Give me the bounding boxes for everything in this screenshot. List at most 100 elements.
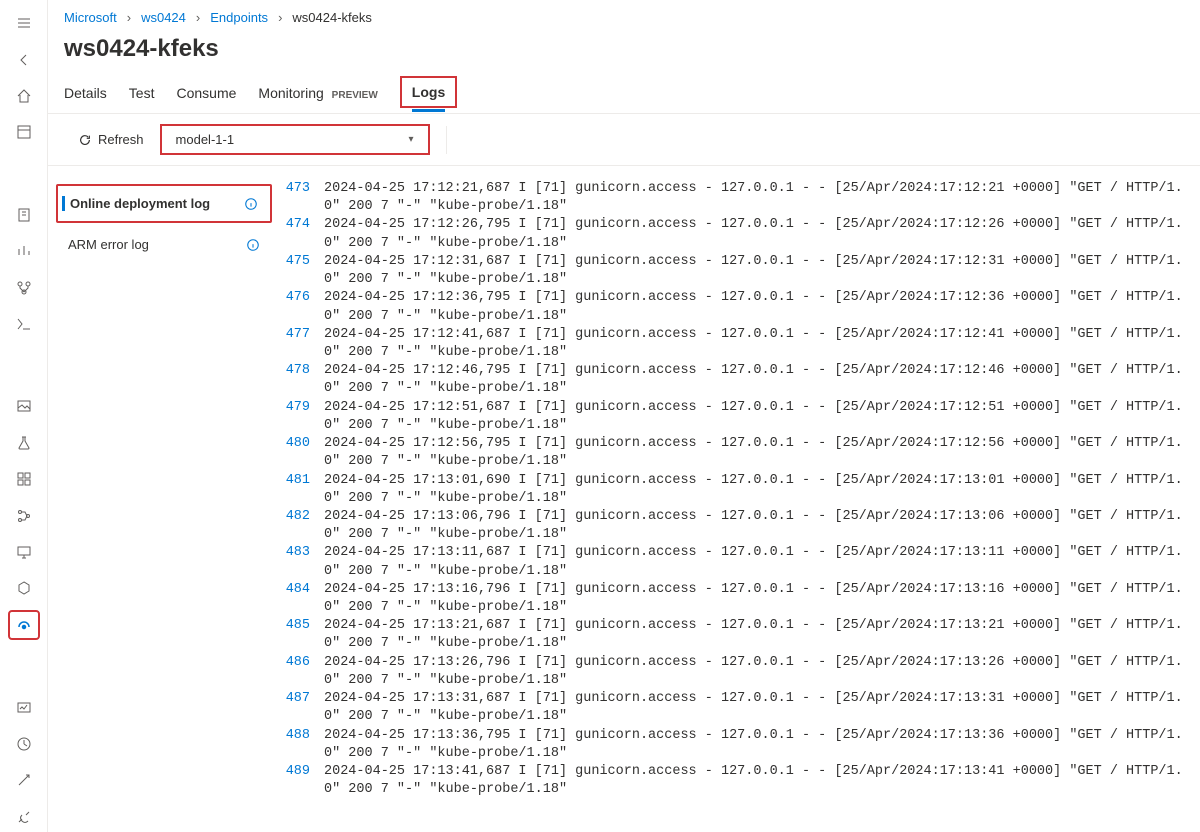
labeling-icon[interactable] <box>8 765 40 795</box>
refresh-button[interactable]: Refresh <box>78 132 144 147</box>
models-icon[interactable] <box>8 464 40 494</box>
prompt-icon[interactable] <box>8 309 40 339</box>
line-number: 487 <box>280 690 324 708</box>
log-line: 4772024-04-25 17:12:41,687 I [71] gunico… <box>280 326 1192 362</box>
log-line: 4892024-04-25 17:13:41,687 I [71] gunico… <box>280 763 1192 799</box>
line-text: 2024-04-25 17:12:36,795 I [71] gunicorn.… <box>324 289 1192 325</box>
left-rail <box>0 0 48 832</box>
info-icon <box>246 238 260 252</box>
line-text: 2024-04-25 17:13:31,687 I [71] gunicorn.… <box>324 690 1192 726</box>
line-text: 2024-04-25 17:13:16,796 I [71] gunicorn.… <box>324 581 1192 617</box>
line-number: 481 <box>280 472 324 490</box>
line-number: 489 <box>280 763 324 781</box>
log-line: 4882024-04-25 17:13:36,795 I [71] gunico… <box>280 727 1192 763</box>
log-line: 4822024-04-25 17:13:06,796 I [71] gunico… <box>280 508 1192 544</box>
log-type-list: Online deployment log ARM error log <box>48 166 280 832</box>
line-number: 477 <box>280 326 324 344</box>
log-line: 4862024-04-25 17:13:26,796 I [71] gunico… <box>280 654 1192 690</box>
line-number: 486 <box>280 654 324 672</box>
page-title: ws0424-kfeks <box>48 29 1200 75</box>
toolbar: Refresh model-1-1 ▾ <box>48 114 1200 166</box>
line-text: 2024-04-25 17:13:41,687 I [71] gunicorn.… <box>324 763 1192 799</box>
pipeline-icon[interactable] <box>8 500 40 530</box>
tab-logs[interactable]: Logs <box>400 76 457 108</box>
tab-monitoring[interactable]: Monitoring PREVIEW <box>258 75 377 113</box>
log-line: 4732024-04-25 17:12:21,687 I [71] gunico… <box>280 180 1192 216</box>
log-line: 4752024-04-25 17:12:31,687 I [71] gunico… <box>280 253 1192 289</box>
line-text: 2024-04-25 17:12:51,687 I [71] gunicorn.… <box>324 399 1192 435</box>
chevron-right-icon: › <box>196 10 200 25</box>
line-number: 484 <box>280 581 324 599</box>
breadcrumb-item-current: ws0424-kfeks <box>292 10 371 25</box>
log-line: 4842024-04-25 17:13:16,796 I [71] gunico… <box>280 581 1192 617</box>
log-line: 4762024-04-25 17:12:36,795 I [71] gunico… <box>280 289 1192 325</box>
main: Microsoft › ws0424 › Endpoints › ws0424-… <box>48 0 1200 832</box>
line-text: 2024-04-25 17:13:21,687 I [71] gunicorn.… <box>324 617 1192 653</box>
log-type-label: ARM error log <box>68 237 149 252</box>
home-icon[interactable] <box>8 81 40 111</box>
automl-icon[interactable] <box>8 236 40 266</box>
log-view[interactable]: 4732024-04-25 17:12:21,687 I [71] gunico… <box>280 166 1200 832</box>
tab-test[interactable]: Test <box>129 75 155 113</box>
notebook-icon[interactable] <box>8 200 40 230</box>
line-number: 478 <box>280 362 324 380</box>
breadcrumb-item[interactable]: ws0424 <box>141 10 186 25</box>
chevron-right-icon: › <box>127 10 131 25</box>
compute-icon[interactable] <box>8 537 40 567</box>
link-icon[interactable] <box>8 802 40 832</box>
line-text: 2024-04-25 17:13:06,796 I [71] gunicorn.… <box>324 508 1192 544</box>
line-number: 474 <box>280 216 324 234</box>
monitor-icon[interactable] <box>8 692 40 722</box>
body: Online deployment log ARM error log 4732… <box>48 166 1200 832</box>
line-number: 485 <box>280 617 324 635</box>
line-text: 2024-04-25 17:12:26,795 I [71] gunicorn.… <box>324 216 1192 252</box>
refresh-label: Refresh <box>98 132 144 147</box>
image-icon[interactable] <box>8 391 40 421</box>
line-number: 482 <box>280 508 324 526</box>
chevron-right-icon: › <box>278 10 282 25</box>
tab-consume[interactable]: Consume <box>176 75 236 113</box>
log-line: 4812024-04-25 17:13:01,690 I [71] gunico… <box>280 472 1192 508</box>
tab-details[interactable]: Details <box>64 75 107 113</box>
log-type-online-deployment[interactable]: Online deployment log <box>56 184 272 223</box>
deployment-dropdown[interactable]: model-1-1 ▾ <box>160 124 430 155</box>
dashboard-icon[interactable] <box>8 729 40 759</box>
breadcrumb-item[interactable]: Microsoft <box>64 10 117 25</box>
log-line: 4792024-04-25 17:12:51,687 I [71] gunico… <box>280 399 1192 435</box>
components-icon[interactable] <box>8 573 40 603</box>
line-number: 473 <box>280 180 324 198</box>
tab-label: Monitoring <box>258 85 323 101</box>
breadcrumb: Microsoft › ws0424 › Endpoints › ws0424-… <box>48 0 1200 29</box>
line-text: 2024-04-25 17:13:01,690 I [71] gunicorn.… <box>324 472 1192 508</box>
line-number: 488 <box>280 727 324 745</box>
line-text: 2024-04-25 17:12:56,795 I [71] gunicorn.… <box>324 435 1192 471</box>
line-number: 480 <box>280 435 324 453</box>
back-icon[interactable] <box>8 44 40 74</box>
log-type-label: Online deployment log <box>70 196 210 211</box>
line-number: 475 <box>280 253 324 271</box>
deployment-selected: model-1-1 <box>176 132 235 147</box>
endpoints-icon[interactable] <box>8 610 40 641</box>
menu-icon[interactable] <box>8 8 40 38</box>
line-text: 2024-04-25 17:13:11,687 I [71] gunicorn.… <box>324 544 1192 580</box>
log-line: 4802024-04-25 17:12:56,795 I [71] gunico… <box>280 435 1192 471</box>
line-text: 2024-04-25 17:13:26,796 I [71] gunicorn.… <box>324 654 1192 690</box>
line-number: 479 <box>280 399 324 417</box>
line-number: 476 <box>280 289 324 307</box>
chevron-down-icon: ▾ <box>409 134 414 145</box>
line-text: 2024-04-25 17:12:21,687 I [71] gunicorn.… <box>324 180 1192 216</box>
log-line: 4872024-04-25 17:13:31,687 I [71] gunico… <box>280 690 1192 726</box>
log-line: 4852024-04-25 17:13:21,687 I [71] gunico… <box>280 617 1192 653</box>
designer-icon[interactable] <box>8 272 40 302</box>
line-text: 2024-04-25 17:12:31,687 I [71] gunicorn.… <box>324 253 1192 289</box>
log-line: 4782024-04-25 17:12:46,795 I [71] gunico… <box>280 362 1192 398</box>
flask-icon[interactable] <box>8 428 40 458</box>
line-text: 2024-04-25 17:12:46,795 I [71] gunicorn.… <box>324 362 1192 398</box>
breadcrumb-item[interactable]: Endpoints <box>210 10 268 25</box>
tabs: Details Test Consume Monitoring PREVIEW … <box>48 75 1200 114</box>
log-line: 4742024-04-25 17:12:26,795 I [71] gunico… <box>280 216 1192 252</box>
catalog-icon[interactable] <box>8 117 40 147</box>
line-number: 483 <box>280 544 324 562</box>
divider <box>446 126 447 154</box>
log-type-arm-error[interactable]: ARM error log <box>56 227 272 262</box>
